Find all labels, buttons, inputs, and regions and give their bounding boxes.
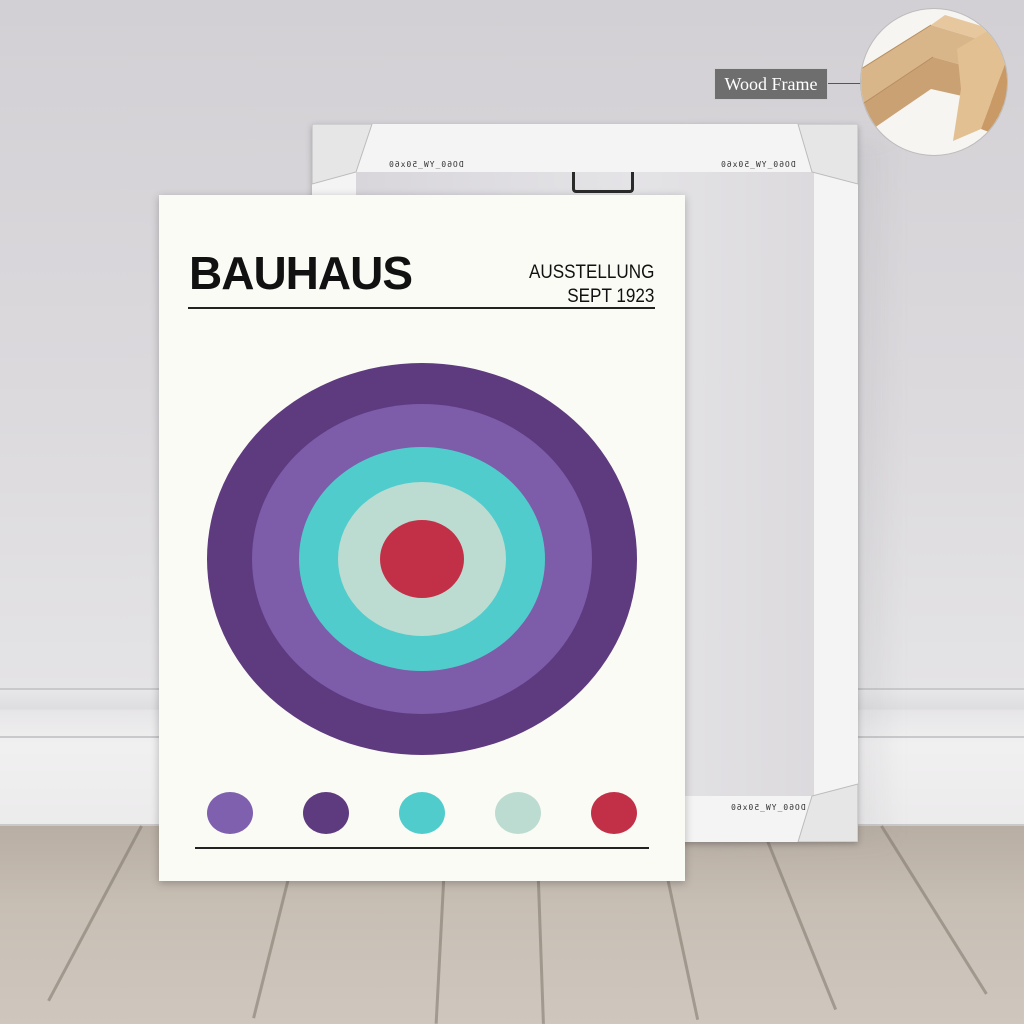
color-swatch (303, 792, 349, 834)
callout-connector (828, 83, 862, 84)
target-center (380, 520, 464, 598)
frame-print-label: DO60_YW_50x60 (388, 160, 464, 169)
poster-subtitle-line1: AUSSTELLUNG (528, 262, 654, 283)
poster-title: BAUHAUS (189, 247, 413, 299)
bauhaus-poster: BAUHAUS AUSSTELLUNG SEPT 1923 (159, 195, 685, 881)
top-rule (188, 307, 655, 309)
color-swatch (495, 792, 541, 834)
product-scene: DO60_YW_50x60 DO60_YW_50x60 DO60_YW_50x6… (0, 0, 1024, 1024)
color-swatch (207, 792, 253, 834)
wood-frame-label: Wood Frame (714, 68, 828, 100)
poster-subtitle: AUSSTELLUNG SEPT 1923 (529, 261, 654, 309)
bottom-rule (195, 847, 649, 849)
frame-print-label: DO60_YW_50x60 (730, 803, 806, 812)
color-swatch (399, 792, 445, 834)
poster-subtitle-line2: SEPT 1923 (566, 286, 654, 307)
hanging-bracket (572, 172, 634, 193)
concentric-target (207, 363, 637, 755)
wood-frame-corner-icon (860, 8, 1008, 156)
frame-print-label: DO60_YW_50x60 (720, 160, 796, 169)
color-swatch (591, 792, 637, 834)
